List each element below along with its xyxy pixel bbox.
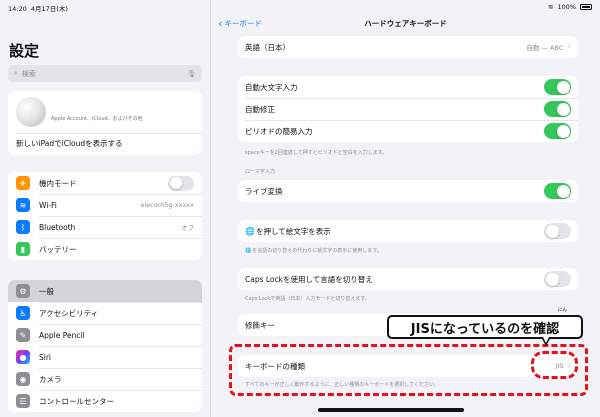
gear-icon: ⚙: [16, 284, 30, 298]
sidebar-item-control-center[interactable]: ☰ コントロールセンター: [8, 390, 202, 412]
sidebar-item-apple-pencil[interactable]: ✎ Apple Pencil: [8, 324, 202, 346]
search-placeholder: 検索: [21, 69, 36, 78]
sidebar-item-label: バッテリー: [39, 244, 77, 254]
chevron-right-icon: ›: [567, 42, 571, 52]
globe-icon: 🌐: [245, 226, 255, 236]
callout-tail-inner: [543, 337, 549, 343]
status-right: ≋ 100%: [548, 3, 592, 11]
battery-percent: 100%: [557, 3, 576, 11]
emoji-note: 🌐を言語の切り替えの代わりに絵文字の表示に使用します。: [245, 247, 382, 254]
bluetooth-icon: ᛒ: [16, 220, 30, 234]
sidebar-item-wifi[interactable]: ≋ Wi-Fi elecom5g-xxxxx: [8, 194, 202, 216]
language-label: 英語（日本）: [245, 42, 290, 52]
battery-status-icon: [580, 4, 592, 10]
airplane-icon: ✈: [16, 176, 30, 190]
sidebar-item-airplane[interactable]: ✈ 機内モード: [8, 172, 202, 194]
account-subtitle: Apple Account、iCloud、およびその他: [51, 116, 143, 122]
language-value: 自動 — ABC: [526, 44, 564, 52]
wifi-network-value: elecom5g-xxxxx: [140, 201, 194, 209]
wifi-icon: ≋: [16, 198, 30, 212]
live-convert-row: ライブ変換: [238, 180, 578, 202]
sidebar-item-accessibility[interactable]: ♿ アクセシビリティ: [8, 302, 202, 324]
microphone-icon[interactable]: 🎙: [187, 70, 196, 78]
auto-capitalize-label: 自動大文字入力: [245, 82, 298, 92]
connectivity-group: ✈ 機内モード ≋ Wi-Fi elecom5g-xxxxx ᛒ Bluetoo…: [8, 172, 202, 260]
period-note: spaceキーを2回連続して押すとピリオドと空白を入力します。: [245, 150, 388, 156]
live-convert-toggle[interactable]: [544, 183, 571, 199]
sidebar-item-label: 一般: [39, 286, 54, 296]
period-shortcut-row: ピリオドの簡易入力: [238, 120, 578, 142]
sidebar: 設定 ⌕ 検索 🎙 Apple Account、iCloud、およびその他 新し…: [0, 0, 211, 417]
general-group: ⚙ 一般 ♿ アクセシビリティ ✎ Apple Pencil ● Siri ◉ …: [8, 280, 202, 412]
caps-lock-card: Caps Lockを使用して言語を切り替え: [238, 268, 578, 290]
auto-correct-row: 自動修正: [238, 98, 578, 120]
romaji-section-header: ローマ字入力: [245, 169, 276, 175]
sidebar-item-battery[interactable]: ▮ バッテリー: [8, 238, 202, 260]
camera-icon: ◉: [16, 372, 30, 386]
bluetooth-value: オフ: [181, 224, 194, 232]
sidebar-item-label: アクセシビリティ: [39, 308, 99, 318]
emoji-note-text: を言語の切り替えの代わりに絵文字の表示に使用します。: [252, 248, 382, 254]
emoji-toggle[interactable]: [544, 223, 571, 239]
romaji-card: ライブ変換: [238, 180, 578, 202]
auto-correct-label: 自動修正: [245, 104, 275, 114]
sidebar-item-camera[interactable]: ◉ カメラ: [8, 368, 202, 390]
sidebar-item-label: コントロールセンター: [39, 396, 114, 406]
settings-title: 設定: [9, 42, 40, 60]
globe-icon: 🌐: [245, 248, 252, 254]
airplane-toggle[interactable]: [168, 175, 194, 191]
sidebar-item-label: Wi-Fi: [39, 200, 57, 210]
icloud-row[interactable]: 新しいiPadでiCloudを表示する: [16, 138, 123, 149]
pencil-icon: ✎: [16, 328, 30, 342]
emoji-card: 🌐 を押して絵文字を表示: [238, 220, 578, 242]
caps-lock-row: Caps Lockを使用して言語を切り替え: [238, 268, 578, 290]
avatar: [16, 97, 46, 127]
callout-box: JISになっているのを確認: [387, 315, 583, 339]
period-shortcut-label: ピリオドの簡易入力: [245, 126, 313, 136]
live-convert-label: ライブ変換: [245, 186, 283, 196]
caps-lock-toggle[interactable]: [544, 271, 571, 287]
auto-capitalize-toggle[interactable]: [544, 79, 571, 95]
sidebar-item-bluetooth[interactable]: ᛒ Bluetooth オフ: [8, 216, 202, 238]
status-time: 14:20 4月17日(木): [8, 5, 68, 13]
search-field[interactable]: ⌕ 検索 🎙: [8, 65, 202, 82]
sidebar-item-label: Siri: [39, 352, 52, 362]
home-indicator: [318, 408, 464, 412]
wifi-status-icon: ≋: [547, 3, 554, 11]
search-icon: ⌕: [14, 69, 18, 77]
jis-value-highlight: [531, 351, 578, 379]
siri-icon: ●: [16, 350, 30, 364]
emoji-label: を押して絵文字を表示: [255, 226, 331, 236]
input-options-card: 自動大文字入力 自動修正 ピリオドの簡易入力: [238, 76, 578, 142]
account-card[interactable]: Apple Account、iCloud、およびその他 新しいiPadでiClo…: [8, 91, 202, 155]
emoji-row: 🌐 を押して絵文字を表示: [238, 220, 578, 242]
period-shortcut-toggle[interactable]: [544, 123, 571, 139]
caps-lock-note: Caps Lockで英語（日本）入力モードと切り替えます。: [245, 296, 370, 302]
sidebar-item-label: Bluetooth: [39, 222, 76, 232]
language-row[interactable]: 英語（日本） 自動 — ABC ›: [238, 36, 578, 58]
sidebar-item-label: 機内モード: [39, 178, 77, 188]
status-bar: 14:20 4月17日(木) ≋ 100%: [0, 0, 600, 14]
sidebar-item-label: Apple Pencil: [39, 330, 85, 340]
callout-text: JISになっているのを確認: [410, 321, 560, 337]
auto-correct-toggle[interactable]: [544, 101, 571, 117]
page-title: ハードウェアキーボード: [364, 19, 447, 28]
accessibility-icon: ♿: [16, 306, 30, 320]
language-card: 英語（日本） 自動 — ABC ›: [238, 36, 578, 58]
control-center-icon: ☰: [16, 394, 30, 408]
auto-capitalize-row: 自動大文字入力: [238, 76, 578, 98]
furigana: にん: [558, 308, 567, 313]
divider: [16, 133, 202, 134]
battery-icon: ▮: [16, 242, 30, 256]
sidebar-item-siri[interactable]: ● Siri: [8, 346, 202, 368]
sidebar-item-general[interactable]: ⚙ 一般: [8, 280, 202, 302]
modifier-keys-label: 修飾キー: [245, 320, 275, 330]
sidebar-item-label: カメラ: [39, 374, 62, 384]
caps-lock-label: Caps Lockを使用して言語を切り替え: [245, 274, 373, 284]
